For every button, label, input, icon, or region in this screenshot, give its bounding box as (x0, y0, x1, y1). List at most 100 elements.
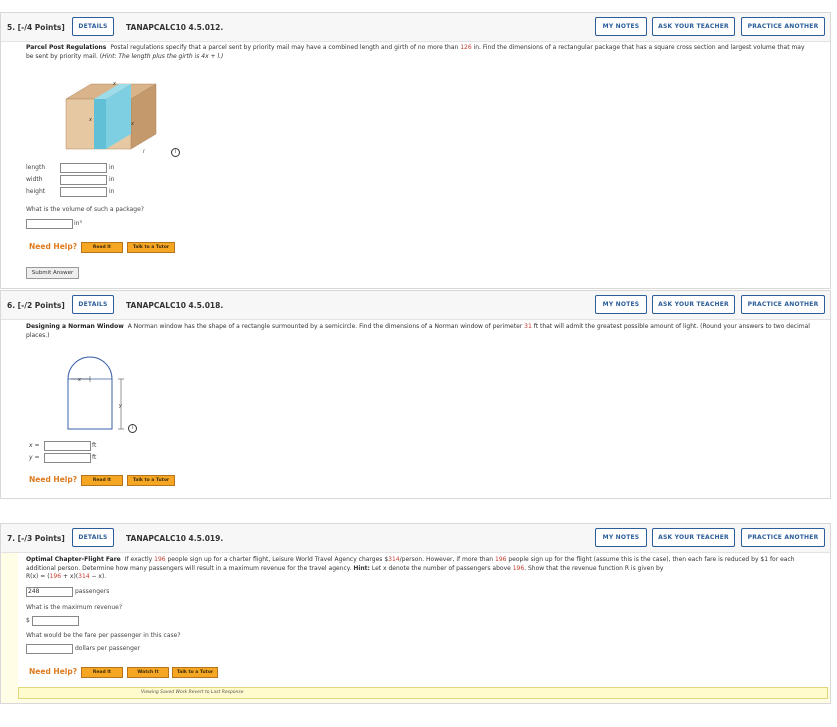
revenue-function: + x)( (61, 573, 79, 580)
problem-text-part: If exactly (124, 556, 155, 563)
fare-price: 314 (388, 556, 400, 563)
passenger-count: 196 (512, 564, 525, 572)
hint-text: The length plus the girth is 4x + l.) (116, 52, 224, 60)
fare-unit: dollars per passenger (75, 645, 141, 652)
volume-question: What is the volume of such a package? (26, 206, 144, 213)
saved-work-note[interactable]: Viewing Saved Work Revert to Last Respon… (141, 690, 244, 695)
volume-unit: in³ (74, 220, 82, 227)
need-help-label: Need Help? (29, 242, 78, 251)
problem-title: Designing a Norman Window (26, 323, 124, 330)
hint-label: Hint: (353, 564, 370, 572)
fare-question: What would be the fare per passenger in … (26, 632, 181, 639)
figure-label: x (112, 81, 116, 87)
question-number: 7. [-/3 Points] (7, 534, 65, 543)
figure-label: y (118, 403, 123, 409)
perimeter-value: 31 (524, 323, 532, 330)
saved-work-bar: Viewing Saved Work Revert to Last Respon… (18, 687, 828, 699)
height-input[interactable] (60, 187, 107, 197)
revenue-function: − x). (89, 573, 107, 580)
ask-teacher-button[interactable]: ASK YOUR TEACHER (652, 528, 735, 547)
my-notes-button[interactable]: MY NOTES (595, 295, 647, 314)
details-button[interactable]: DETAILS (72, 17, 114, 36)
question-7-header: 7. [-/3 Points] DETAILS TANAPCALC10 4.5.… (1, 524, 830, 553)
practice-another-button[interactable]: PRACTICE ANOTHER (741, 295, 825, 314)
dollar-sign: $ (26, 617, 30, 624)
talk-tutor-button[interactable]: Talk to a Tutor (127, 242, 175, 253)
watch-it-button[interactable]: Watch It (127, 667, 169, 678)
width-unit: in (109, 176, 115, 183)
length-girth-limit: 126 (460, 44, 472, 51)
problem-text-part: people sign up for a charter flight, Lei… (165, 556, 389, 563)
x-unit: ft (92, 442, 97, 449)
my-notes-button[interactable]: MY NOTES (595, 528, 647, 547)
x-input[interactable] (44, 441, 91, 451)
length-input[interactable] (60, 163, 107, 173)
talk-tutor-button[interactable]: Talk to a Tutor (172, 667, 218, 678)
passenger-count: 196 (495, 556, 507, 563)
problem-text: Designing a Norman Window A Norman window… (26, 323, 811, 340)
read-it-button[interactable]: Read It (81, 475, 123, 486)
volume-input[interactable] (26, 219, 73, 229)
passengers-input[interactable]: 248 (26, 587, 73, 597)
submit-answer-button[interactable]: Submit Answer (26, 267, 79, 279)
length-unit: in (109, 164, 115, 171)
problem-text-part: Postal regulations specify that a parcel… (110, 44, 461, 51)
question-id: TANAPCALC10 4.5.012. (126, 23, 224, 32)
x-label: x = (29, 442, 40, 449)
height-label: height (26, 188, 46, 195)
details-button[interactable]: DETAILS (72, 528, 114, 547)
problem-text-part: A Norman window has the shape of a recta… (127, 323, 525, 330)
question-number: 5. [-/4 Points] (7, 23, 65, 32)
height-unit: in (109, 188, 115, 195)
read-it-button[interactable]: Read It (81, 242, 123, 253)
problem-text-part: Let x denote the number of passengers ab… (369, 564, 513, 572)
question-5: 5. [-/4 Points] DETAILS TANAPCALC10 4.5.… (0, 12, 831, 289)
talk-tutor-button[interactable]: Talk to a Tutor (127, 475, 175, 486)
my-notes-button[interactable]: MY NOTES (595, 17, 647, 36)
revenue-input[interactable] (32, 616, 79, 626)
revenue-function-value: 314 (78, 573, 90, 580)
figure-label: x (130, 121, 134, 127)
question-id: TANAPCALC10 4.5.018. (126, 301, 224, 310)
problem-text: Optimal Chapter-Flight Fare If exactly 19… (26, 556, 811, 582)
info-icon[interactable]: i (128, 424, 137, 433)
info-icon[interactable]: i (171, 148, 180, 157)
question-id: TANAPCALC10 4.5.019. (126, 534, 224, 543)
revenue-function: R(x) = ( (26, 573, 50, 580)
ask-teacher-button[interactable]: ASK YOUR TEACHER (652, 17, 735, 36)
figure-label: l (143, 149, 145, 155)
hint-label: Hint: (102, 52, 117, 60)
revenue-function-value: 196 (49, 573, 62, 580)
problem-title: Parcel Post Regulations (26, 44, 107, 51)
y-input[interactable] (44, 453, 91, 463)
length-label: length (26, 164, 46, 171)
practice-another-button[interactable]: PRACTICE ANOTHER (741, 528, 825, 547)
question-5-header: 5. [-/4 Points] DETAILS TANAPCALC10 4.5.… (1, 13, 830, 42)
problem-title: Optimal Chapter-Flight Fare (26, 556, 121, 563)
problem-text-part: . Show that the revenue function R is gi… (524, 564, 664, 572)
figure-label: x (77, 377, 81, 383)
read-it-button[interactable]: Read It (81, 667, 123, 678)
revenue-question: What is the maximum revenue? (26, 604, 123, 611)
question-7: 7. [-/3 Points] DETAILS TANAPCALC10 4.5.… (0, 523, 831, 704)
practice-another-button[interactable]: PRACTICE ANOTHER (741, 17, 825, 36)
ask-teacher-button[interactable]: ASK YOUR TEACHER (652, 295, 735, 314)
question-number: 6. [-/2 Points] (7, 301, 65, 310)
y-unit: ft (92, 454, 97, 461)
norman-window-figure: x y (67, 356, 124, 430)
passengers-unit: passengers (75, 588, 110, 595)
width-input[interactable] (60, 175, 107, 185)
figure-label: x (88, 117, 92, 123)
question-6: 6. [-/2 Points] DETAILS TANAPCALC10 4.5.… (0, 290, 831, 499)
need-help-label: Need Help? (29, 667, 78, 676)
problem-text-part: /person. However, if more than (399, 556, 495, 563)
passenger-count: 196 (154, 556, 166, 563)
package-figure: x x x l (65, 81, 157, 155)
problem-text: Parcel Post Regulations Postal regulation… (26, 44, 811, 61)
width-label: width (26, 176, 43, 183)
y-label: y = (29, 454, 40, 461)
details-button[interactable]: DETAILS (72, 295, 114, 314)
fare-input[interactable] (26, 644, 73, 654)
question-6-header: 6. [-/2 Points] DETAILS TANAPCALC10 4.5.… (1, 291, 830, 320)
need-help-label: Need Help? (29, 475, 78, 484)
